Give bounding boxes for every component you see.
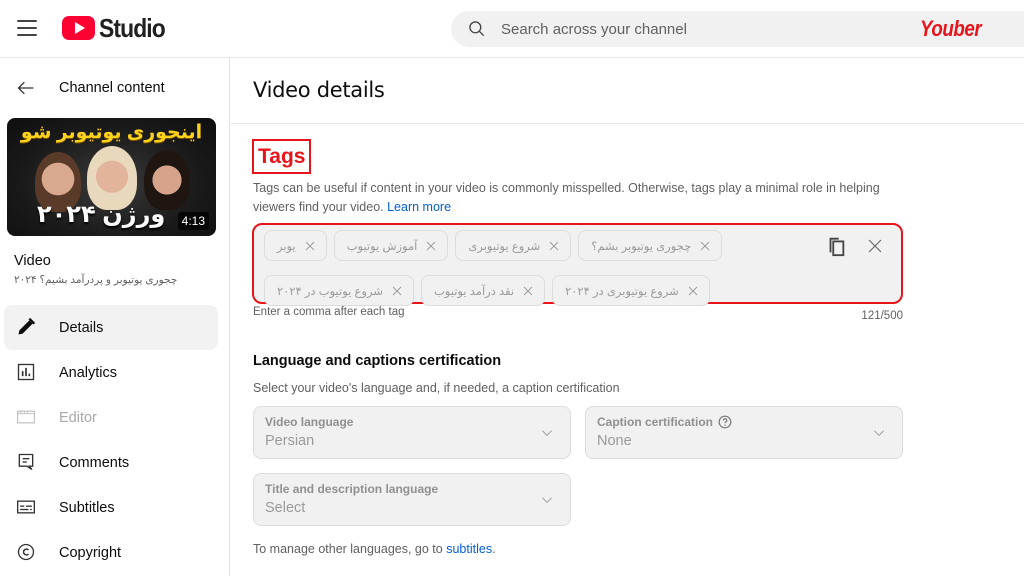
remove-tag-icon[interactable]	[548, 240, 560, 252]
thumbnail-subline: ورژن ۲۰۲۴	[37, 201, 166, 228]
manage-languages-text: To manage other languages, go to	[253, 542, 443, 556]
remove-tag-icon[interactable]	[699, 240, 711, 252]
copy-icon[interactable]	[825, 234, 847, 258]
tags-description: Tags can be useful if content in your vi…	[253, 179, 893, 217]
tag-chip[interactable]: شروع یوتیوبری در ۲۰۲۴	[552, 275, 710, 306]
video-title: چجوری یوتیوبر و پردرآمد بشیم؟ ۲۰۲۴	[14, 274, 178, 286]
tags-heading: Tags	[252, 139, 312, 174]
video-language-value: Persian	[265, 433, 315, 449]
analytics-icon	[17, 363, 35, 381]
sidebar-item-details[interactable]: Details	[4, 305, 218, 350]
tags-description-text: Tags can be useful if content in your vi…	[253, 181, 880, 214]
title-description-language-select[interactable]: Title and description language Select	[253, 473, 571, 526]
tag-chip-label: شروع یوتیوبری	[468, 240, 541, 253]
tags-character-count: 121/500	[861, 310, 903, 322]
subtitles-link[interactable]: subtitles	[446, 542, 492, 556]
caption-certification-label-row: Caption certification	[597, 415, 732, 429]
sidebar-item-subtitles[interactable]: Subtitles	[4, 485, 218, 530]
editor-icon	[17, 410, 35, 424]
tags-hint: Enter a comma after each tag	[253, 306, 405, 318]
main-header: Video details	[231, 58, 1024, 124]
tag-chip-label: یوبر	[277, 240, 296, 253]
sidebar-item-comments[interactable]: Comments	[4, 440, 218, 485]
top-bar: Studio Youber	[0, 0, 1024, 58]
video-duration: 4:13	[177, 212, 209, 230]
tag-chip-label: آموزش یوتیوب	[346, 240, 418, 253]
search-icon[interactable]	[467, 19, 487, 39]
language-section-description: Select your video's language and, if nee…	[253, 381, 620, 395]
tag-chip[interactable]: نقد درآمد یوتیوب	[420, 275, 546, 306]
sidebar-item-analytics[interactable]: Analytics	[4, 350, 218, 395]
remove-tag-icon[interactable]	[522, 285, 534, 297]
subtitles-icon	[17, 500, 35, 514]
remove-tag-icon[interactable]	[391, 285, 403, 297]
sidebar-item-label: Analytics	[59, 364, 118, 381]
comments-icon	[18, 453, 34, 471]
sidebar-item-label: Comments	[59, 454, 130, 471]
back-to-channel-content[interactable]: Channel content	[0, 72, 230, 104]
remove-tag-icon[interactable]	[687, 285, 699, 297]
clear-all-icon[interactable]	[866, 237, 884, 255]
sidebar-item-label: Copyright	[59, 544, 122, 561]
brand-watermark: Youber	[920, 16, 982, 41]
caption-certification-value: None	[597, 433, 632, 449]
language-section-heading: Language and captions certification	[253, 353, 502, 369]
tag-chip-label: شروع یوتیوبری در ۲۰۲۴	[565, 285, 679, 298]
remove-tag-icon[interactable]	[425, 240, 437, 252]
back-label: Channel content	[59, 80, 165, 96]
hamburger-menu-icon[interactable]	[17, 20, 37, 36]
copyright-icon	[17, 543, 35, 561]
video-language-select[interactable]: Video language Persian	[253, 406, 571, 459]
sidebar-item-copyright[interactable]: Copyright	[4, 530, 218, 575]
sidebar: Channel content اینجوری یوتیوبر شو ورژن …	[0, 58, 230, 576]
app-name: Studio	[99, 12, 166, 43]
tag-chip-label: چجوری یوتیوبر بشم؟	[591, 240, 692, 253]
sidebar-item-label: Editor	[59, 409, 97, 426]
studio-logo[interactable]: Studio	[62, 12, 174, 43]
tag-chip-label: نقد درآمد یوتیوب	[433, 285, 515, 298]
sidebar-item-label: Subtitles	[59, 499, 115, 516]
remove-tag-icon[interactable]	[304, 240, 316, 252]
chevron-down-icon	[542, 430, 552, 436]
tag-chip-label: شروع یوتیوب در ۲۰۲۴	[277, 285, 383, 298]
sidebar-item-editor[interactable]: Editor	[4, 395, 218, 440]
thumbnail-headline: اینجوری یوتیوبر شو	[20, 122, 203, 143]
video-thumbnail[interactable]: اینجوری یوتیوبر شو ورژن ۲۰۲۴ 4:13	[7, 118, 216, 236]
chevron-down-icon	[874, 430, 884, 436]
chevron-down-icon	[542, 497, 552, 503]
video-language-label: Video language	[265, 415, 354, 429]
sidebar-nav: Details Analytics Editor Comments Subtit…	[4, 305, 218, 575]
main-content: Video details Tags Tags can be useful if…	[231, 58, 1024, 576]
tag-chip-list: یوبر آموزش یوتیوب شروع یوتیوبری چجوری یوتیو…	[264, 230, 799, 306]
search-input[interactable]	[501, 20, 881, 38]
tag-chip[interactable]: آموزش یوتیوب	[333, 230, 449, 261]
title-description-language-label: Title and description language	[265, 482, 439, 496]
help-icon[interactable]	[718, 415, 732, 429]
title-description-language-value: Select	[265, 500, 306, 516]
youtube-logo-icon	[62, 16, 95, 40]
tag-chip[interactable]: چجوری یوتیوبر بشم؟	[578, 230, 723, 261]
tag-chip[interactable]: یوبر	[264, 230, 327, 261]
caption-certification-label: Caption certification	[597, 415, 714, 429]
manage-languages-suffix: .	[492, 542, 496, 556]
tag-chip[interactable]: شروع یوتیوبری	[455, 230, 572, 261]
learn-more-link[interactable]: Learn more	[387, 200, 451, 214]
caption-certification-select[interactable]: Caption certification None	[585, 406, 903, 459]
pencil-icon	[18, 317, 36, 335]
tag-chip[interactable]: شروع یوتیوب در ۲۰۲۴	[264, 275, 414, 306]
tags-input[interactable]: یوبر آموزش یوتیوب شروع یوتیوبری چجوری یوتیو…	[252, 223, 903, 306]
page-title: Video details	[253, 78, 385, 102]
arrow-back-icon	[17, 81, 34, 95]
video-label: Video	[14, 253, 51, 269]
manage-languages-note: To manage other languages, go to subtitl…	[253, 542, 496, 556]
sidebar-item-label: Details	[59, 319, 104, 336]
